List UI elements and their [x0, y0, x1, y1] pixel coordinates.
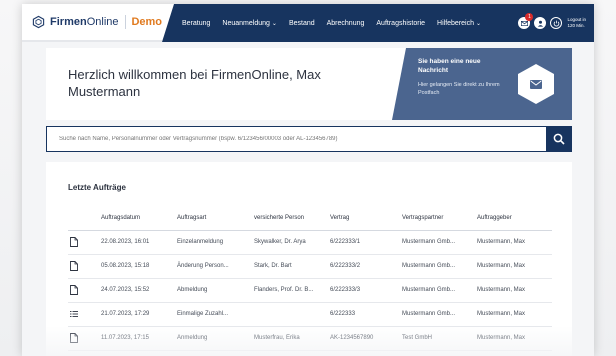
profile-button[interactable] — [534, 17, 547, 29]
column-header-person[interactable]: versicherte Person — [254, 206, 330, 231]
cell-date: 05.08.2023, 15:18 — [101, 254, 177, 279]
cell-contract: AK-1234567890 — [330, 326, 402, 351]
demo-label: Demo — [131, 16, 162, 28]
brand-name: FirmenOnline — [50, 16, 119, 28]
document-icon — [70, 333, 78, 343]
chevron-down-icon: ⌄ — [476, 20, 482, 27]
cell-type: Abmeldung — [177, 278, 254, 303]
envelope-icon — [530, 79, 542, 89]
cell-date: 11.07.2023, 17:15 — [101, 326, 177, 351]
table-row[interactable]: 21.07.2023, 17:29 Einmalige Zuzahl... 6/… — [68, 302, 552, 327]
cell-type: Änderung Person... — [177, 254, 254, 279]
recent-orders-card: Letzte Aufträge Auftragsdatum Auftragsar… — [46, 162, 572, 356]
brand-logo[interactable]: FirmenOnline Demo — [22, 4, 174, 42]
row-type-icon-cell — [68, 326, 101, 351]
cell-date: 24.07.2023, 15:52 — [101, 278, 177, 303]
main-nav: Beratung Neuanmeldung ⌄ Bestand Abrechnun… — [162, 4, 594, 42]
chevron-down-icon: ⌄ — [271, 20, 277, 27]
cell-client: Mustermann, Max — [477, 302, 552, 327]
cell-person: Musterfrau, Erika — [254, 326, 330, 351]
column-header-contract[interactable]: Vertrag — [330, 206, 402, 231]
logout-timer: Logout in 120 Min. — [567, 17, 586, 28]
welcome-heading: Herzlich willkommen bei FirmenOnline, Ma… — [68, 67, 321, 99]
cell-contract: 6/222333/3 — [330, 278, 402, 303]
table-header-row: Auftragsdatum Auftragsart versicherte Pe… — [68, 206, 552, 231]
nav-auftragshistorie[interactable]: Auftragshistorie — [376, 20, 425, 27]
cell-contract: 6/222333/2 — [330, 254, 402, 279]
column-header-type[interactable]: Auftragsart — [177, 206, 254, 231]
document-icon — [70, 261, 78, 271]
table-row[interactable]: 11.07.2023, 17:15 Anmeldung Musterfrau, … — [68, 326, 552, 351]
mailbox-button[interactable]: 1 — [518, 13, 534, 29]
search-icon — [553, 133, 565, 145]
table-row[interactable]: 22.08.2023, 16:01 Einzelanmeldung Skywal… — [68, 230, 552, 255]
cell-partner: Mustermann Gmb... — [402, 278, 477, 303]
nav-actions: 1 Logout in 120 Min. — [514, 13, 594, 29]
row-type-icon-cell — [68, 230, 101, 255]
cell-partner: Mustermann Gmb... — [402, 302, 477, 327]
mailbox-hexagon[interactable] — [518, 64, 554, 104]
cell-person: Skywalker, Dr. Arya — [254, 230, 330, 255]
cell-contract: 6/222333/1 — [330, 230, 402, 255]
cell-client: Mustermann, Max — [477, 254, 552, 279]
cell-type: Anmeldung — [177, 326, 254, 351]
cell-person: Stark, Dr. Bart — [254, 254, 330, 279]
new-message-panel[interactable]: Sie haben eine neue Nachricht Hier gelan… — [392, 48, 572, 120]
brand-slant — [162, 4, 174, 42]
cell-client: Mustermann, Max — [477, 326, 552, 351]
table-row[interactable]: 24.07.2023, 15:52 Abmeldung Flanders, Pr… — [68, 278, 552, 303]
cell-client: Mustermann, Max — [477, 278, 552, 303]
hexagon-logo-icon — [32, 15, 45, 29]
row-type-icon-cell — [68, 302, 101, 327]
column-header-date[interactable]: Auftragsdatum — [101, 206, 177, 231]
logout-button[interactable] — [550, 17, 563, 29]
mail-badge: 1 — [525, 13, 534, 21]
nav-beratung[interactable]: Beratung — [182, 20, 210, 27]
search-bar — [46, 126, 572, 152]
search-button[interactable] — [546, 126, 572, 152]
brand-divider — [124, 15, 126, 29]
table-row[interactable]: 05.08.2023, 15:18 Änderung Person... Sta… — [68, 254, 552, 279]
document-icon — [70, 285, 78, 295]
cell-partner: Mustermann Gmb... — [402, 230, 477, 255]
row-type-icon-cell — [68, 254, 101, 279]
message-title: Sie haben eine neue Nachricht — [418, 58, 481, 74]
row-type-icon-cell — [68, 278, 101, 303]
search-input[interactable] — [46, 126, 546, 152]
cell-client: Mustermann, Max — [477, 230, 552, 255]
message-subtitle: Hier gelangen Sie direkt zu Ihrem Postfa… — [418, 82, 500, 96]
column-header-icon — [68, 206, 101, 231]
cell-person: Flanders, Prof. Dr. B... — [254, 278, 330, 303]
cell-date: 21.07.2023, 17:29 — [101, 302, 177, 327]
column-header-partner[interactable]: Vertragspartner — [402, 206, 477, 231]
cell-person — [254, 302, 330, 327]
recent-orders-title: Letzte Aufträge — [68, 183, 126, 192]
app-window: FirmenOnline Demo Beratung Neuanmeldung ⌄… — [22, 4, 594, 356]
list-icon — [70, 311, 78, 317]
cell-type: Einmalige Zuzahl... — [177, 302, 254, 327]
user-icon — [537, 20, 544, 27]
nav-hilfebereich[interactable]: Hilfebereich ⌄ — [437, 20, 481, 27]
cell-contract: 6/222333 — [330, 302, 402, 327]
mail-icon — [520, 20, 528, 26]
column-header-client[interactable]: Auftraggeber — [477, 206, 552, 231]
power-icon — [553, 20, 560, 26]
cell-partner: Mustermann Gmb... — [402, 254, 477, 279]
cell-date: 22.08.2023, 16:01 — [101, 230, 177, 255]
cell-type: Einzelanmeldung — [177, 230, 254, 255]
document-icon — [70, 237, 78, 247]
orders-table: Auftragsdatum Auftragsart versicherte Pe… — [68, 206, 552, 351]
nav-neuanmeldung[interactable]: Neuanmeldung ⌄ — [222, 20, 277, 27]
nav-abrechnung[interactable]: Abrechnung — [327, 20, 365, 27]
top-navigation: FirmenOnline Demo Beratung Neuanmeldung ⌄… — [22, 4, 594, 42]
welcome-card: Herzlich willkommen bei FirmenOnline, Ma… — [46, 48, 572, 120]
cell-partner: Test GmbH — [402, 326, 477, 351]
nav-bestand[interactable]: Bestand — [289, 20, 315, 27]
